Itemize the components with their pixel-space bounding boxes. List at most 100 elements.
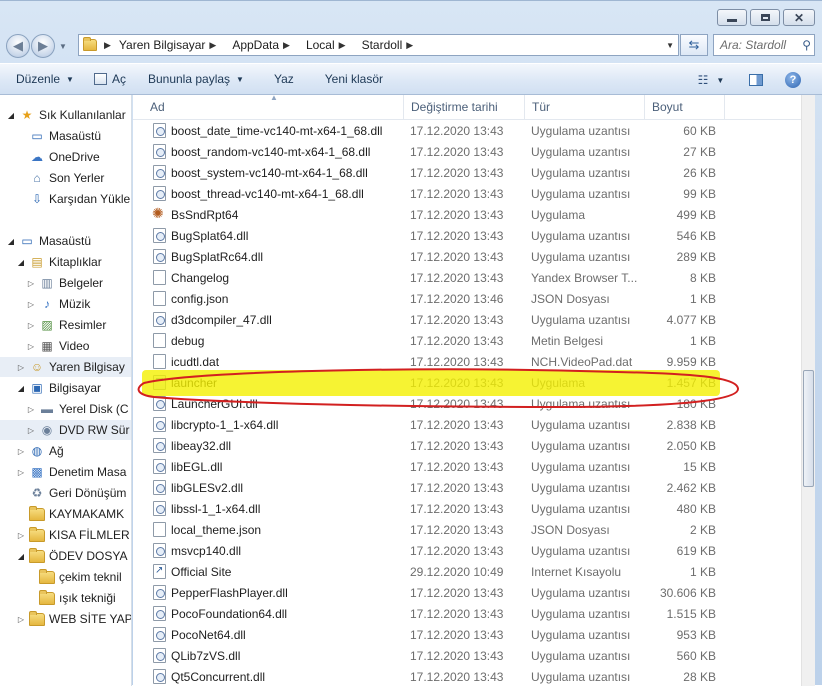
nav-tree-item[interactable]: ▷ ◉ DVD RW Sür xyxy=(0,420,131,440)
file-row[interactable]: BsSndRpt64 17.12.2020 13:43 Uygulama 499 KB xyxy=(133,204,815,225)
nav-tree-item[interactable]: KAYMAKAMK xyxy=(0,504,131,524)
collapsed-arrow-icon[interactable]: ▷ xyxy=(16,468,26,477)
search-input[interactable]: Ara: Stardoll ⚲ xyxy=(713,34,815,56)
column-header-name[interactable]: Ad xyxy=(143,95,404,119)
open-button[interactable]: Aç xyxy=(93,64,126,94)
expanded-arrow-icon[interactable]: ◢ xyxy=(6,111,16,120)
nav-tree-item[interactable]: ◢ ▭ Masaüstü xyxy=(0,231,131,251)
nav-tree-item[interactable]: ▷ ◍ Ağ xyxy=(0,441,131,461)
new-folder-button[interactable]: Yeni klasör xyxy=(325,64,383,94)
collapsed-arrow-icon[interactable]: ▷ xyxy=(16,363,26,372)
file-row[interactable]: config.json 17.12.2020 13:46 JSON Dosyası 1… xyxy=(133,288,815,309)
file-row[interactable]: PocoFoundation64.dll 17.12.2020 13:43 Uygu… xyxy=(133,603,815,624)
share-with-button[interactable]: Bununla paylaş ▼ xyxy=(148,64,244,94)
nav-tree-item[interactable]: ◢ ▣ Bilgisayar xyxy=(0,378,131,398)
collapsed-arrow-icon[interactable]: ▷ xyxy=(26,279,36,288)
file-row[interactable]: BugSplat64.dll 17.12.2020 13:43 Uygulama u… xyxy=(133,225,815,246)
file-row[interactable]: boost_date_time-vc140-mt-x64-1_68.dll 17.… xyxy=(133,120,815,141)
file-row[interactable]: debug 17.12.2020 13:43 Metin Belgesi 1 KB xyxy=(133,330,815,351)
close-button[interactable]: ✕ xyxy=(783,9,815,26)
scrollbar-thumb[interactable] xyxy=(803,370,814,487)
nav-tree-item[interactable]: ▷ ▦ Video xyxy=(0,336,131,356)
breadcrumb-item[interactable]: Yaren Bilgisayar ▶ xyxy=(119,38,224,52)
file-name: QLib7zVS.dll xyxy=(171,648,241,663)
file-row[interactable]: libGLESv2.dll 17.12.2020 13:43 Uygulama uz… xyxy=(133,477,815,498)
new-folder-label: Yeni klasör xyxy=(324,72,384,86)
file-row[interactable]: PepperFlashPlayer.dll 17.12.2020 13:43 Uyg… xyxy=(133,582,815,603)
maximize-button[interactable] xyxy=(750,9,780,26)
column-header-date-modified[interactable]: Değiştirme tarihi xyxy=(404,95,525,119)
recent-pages-chevron-icon[interactable]: ▼ xyxy=(59,42,67,51)
expanded-arrow-icon[interactable]: ◢ xyxy=(6,237,16,246)
column-header-type[interactable]: Tür xyxy=(525,95,645,119)
nav-tree-item[interactable]: çekim teknil xyxy=(0,567,131,587)
breadcrumb-separator-icon[interactable]: ▶ xyxy=(283,40,290,51)
nav-tree-item[interactable]: ışık tekniği xyxy=(0,588,131,608)
vertical-scrollbar[interactable] xyxy=(801,95,815,686)
file-row[interactable]: libEGL.dll 17.12.2020 13:43 Uygulama uzant… xyxy=(133,456,815,477)
nav-tree-item[interactable]: ▷ ▬ Yerel Disk (C xyxy=(0,399,131,419)
nav-tree-item[interactable]: ♻ Geri Dönüşüm xyxy=(0,483,131,503)
breadcrumb-item[interactable]: Local ▶ xyxy=(306,38,354,52)
nav-tree-item[interactable]: ⇩ Karşıdan Yükle xyxy=(0,189,131,209)
expanded-arrow-icon[interactable]: ◢ xyxy=(16,384,26,393)
collapsed-arrow-icon[interactable]: ▷ xyxy=(26,321,36,330)
file-row[interactable]: libssl-1_1-x64.dll 17.12.2020 13:43 Uygula… xyxy=(133,498,815,519)
collapsed-arrow-icon[interactable]: ▷ xyxy=(26,426,36,435)
nav-tree-item[interactable]: ⌂ Son Yerler xyxy=(0,168,131,188)
nav-tree-item[interactable]: ▷ ▨ Resimler xyxy=(0,315,131,335)
change-view-button[interactable]: ☷ ▼ xyxy=(694,68,728,92)
collapsed-arrow-icon[interactable]: ▷ xyxy=(16,531,26,540)
breadcrumb-item[interactable]: AppData ▶ xyxy=(232,38,298,52)
file-row[interactable]: BugSplatRc64.dll 17.12.2020 13:43 Uygulama… xyxy=(133,246,815,267)
address-history-chevron-icon[interactable]: ▼ xyxy=(666,41,674,50)
breadcrumb-item[interactable]: Stardoll ▶ xyxy=(362,38,422,52)
forward-button[interactable]: ▶ xyxy=(31,34,55,58)
minimize-button[interactable] xyxy=(717,9,747,26)
collapsed-arrow-icon[interactable]: ▷ xyxy=(16,447,26,456)
file-row[interactable]: Official Site 29.12.2020 10:49 Internet Kı… xyxy=(133,561,815,582)
nav-tree-item[interactable]: ◢ ÖDEV DOSYA xyxy=(0,546,131,566)
file-row[interactable]: msvcp140.dll 17.12.2020 13:43 Uygulama uza… xyxy=(133,540,815,561)
refresh-button[interactable]: ⇆ xyxy=(680,34,708,56)
file-row[interactable]: PocoNet64.dll 17.12.2020 13:43 Uygulama uz… xyxy=(133,624,815,645)
address-bar[interactable]: ▶ Yaren Bilgisayar ▶ AppData ▶ Local ▶ Star… xyxy=(78,34,679,56)
collapsed-arrow-icon[interactable]: ▷ xyxy=(26,342,36,351)
nav-tree-item[interactable]: ◢ ▤ Kitaplıklar xyxy=(0,252,131,272)
nav-tree-item[interactable]: ☁ OneDrive xyxy=(0,147,131,167)
file-row[interactable]: boost_thread-vc140-mt-x64-1_68.dll 17.12.… xyxy=(133,183,815,204)
burn-button[interactable]: Yaz xyxy=(274,64,294,94)
file-row[interactable]: QLib7zVS.dll 17.12.2020 13:43 Uygulama uza… xyxy=(133,645,815,666)
breadcrumb-separator-icon[interactable]: ▶ xyxy=(406,40,413,51)
file-row[interactable]: local_theme.json 17.12.2020 13:43 JSON Dos… xyxy=(133,519,815,540)
collapsed-arrow-icon[interactable]: ▷ xyxy=(16,615,26,624)
nav-tree-item[interactable]: ▷ WEB SİTE YAP xyxy=(0,609,131,629)
nav-tree-item[interactable]: ▷ ♪ Müzik xyxy=(0,294,131,314)
collapsed-arrow-icon[interactable]: ▷ xyxy=(26,405,36,414)
expanded-arrow-icon[interactable]: ◢ xyxy=(16,258,26,267)
file-row[interactable]: Qt5Concurrent.dll 17.12.2020 13:43 Uygulam… xyxy=(133,666,815,686)
column-header-size[interactable]: Boyut xyxy=(645,95,725,119)
expanded-arrow-icon[interactable]: ◢ xyxy=(16,552,26,561)
breadcrumb-separator-icon[interactable]: ▶ xyxy=(104,40,111,51)
nav-tree-item[interactable]: ▷ ▥ Belgeler xyxy=(0,273,131,293)
breadcrumb-separator-icon[interactable]: ▶ xyxy=(209,40,216,51)
collapsed-arrow-icon[interactable]: ▷ xyxy=(26,300,36,309)
nav-tree-item[interactable]: ◢ ★ Sık Kullanılanlar xyxy=(0,105,131,125)
nav-tree-item[interactable]: ▭ Masaüstü xyxy=(0,126,131,146)
nav-tree-item[interactable]: ▷ ▩ Denetim Masa xyxy=(0,462,131,482)
file-row[interactable]: Changelog 17.12.2020 13:43 Yandex Browser … xyxy=(133,267,815,288)
preview-pane-button[interactable] xyxy=(745,68,767,92)
breadcrumb-separator-icon[interactable]: ▶ xyxy=(339,40,346,51)
nav-tree-item[interactable]: ▷ ☺ Yaren Bilgisay xyxy=(0,357,131,377)
organize-button[interactable]: Düzenle ▼ xyxy=(16,64,74,94)
help-button[interactable]: ? xyxy=(782,68,804,92)
file-row[interactable]: libeay32.dll 17.12.2020 13:43 Uygulama uza… xyxy=(133,435,815,456)
file-row[interactable]: d3dcompiler_47.dll 17.12.2020 13:43 Uygula… xyxy=(133,309,815,330)
preview-pane-icon xyxy=(749,74,763,86)
file-row[interactable]: libcrypto-1_1-x64.dll 17.12.2020 13:43 Uyg… xyxy=(133,414,815,435)
nav-tree-item[interactable]: ▷ KISA FİLMLER xyxy=(0,525,131,545)
back-button[interactable]: ◀ xyxy=(6,34,30,58)
file-row[interactable]: boost_random-vc140-mt-x64-1_68.dll 17.12.… xyxy=(133,141,815,162)
file-row[interactable]: boost_system-vc140-mt-x64-1_68.dll 17.12.… xyxy=(133,162,815,183)
